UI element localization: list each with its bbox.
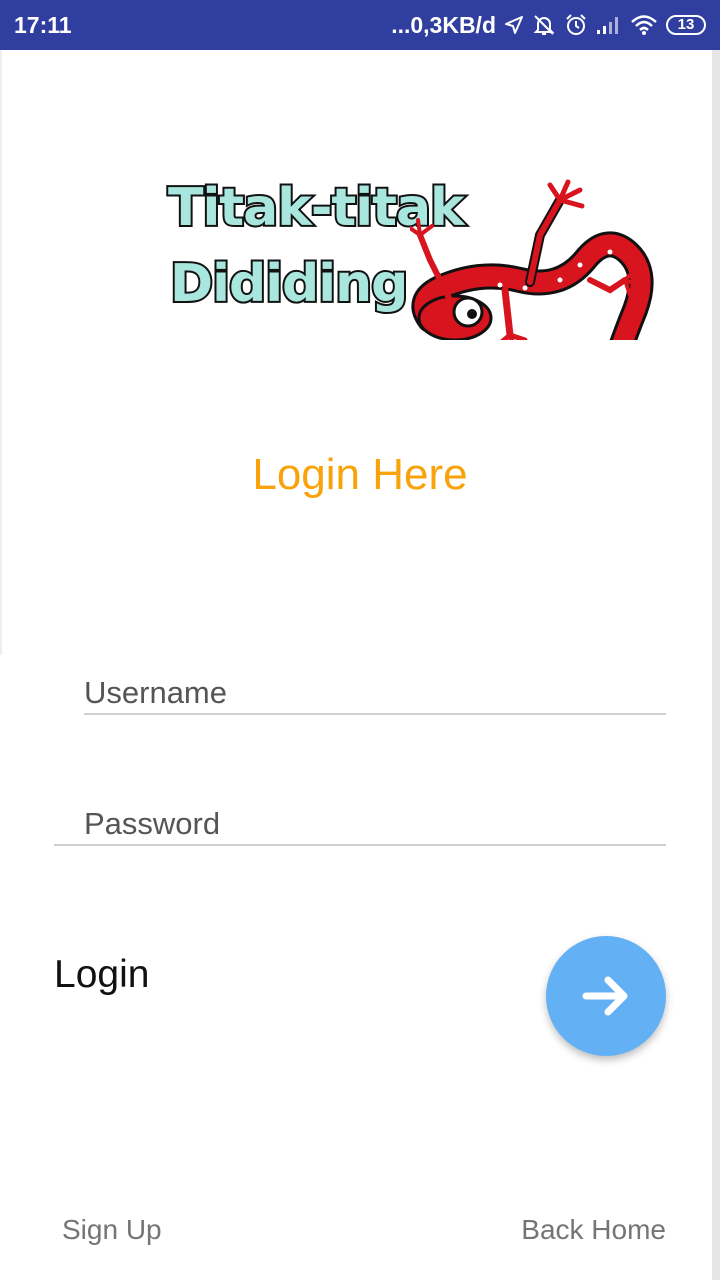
password-input[interactable] xyxy=(54,806,666,842)
app-logo: Titak-titak Dididing xyxy=(160,140,655,340)
network-speed: ...0,3KB/d xyxy=(391,11,496,38)
signal-icon xyxy=(596,15,622,35)
login-submit-button[interactable] xyxy=(546,936,666,1056)
status-time: 17:11 xyxy=(14,11,72,38)
logo-text-line2: Dididing xyxy=(168,252,410,316)
username-field[interactable] xyxy=(84,655,666,715)
login-label: Login xyxy=(54,953,150,996)
muted-bell-icon xyxy=(532,13,556,37)
back-home-link[interactable]: Back Home xyxy=(521,1214,666,1246)
location-icon xyxy=(504,15,524,35)
alarm-icon xyxy=(564,13,588,37)
status-bar: 17:11 ...0,3KB/d 13 xyxy=(0,0,720,50)
status-icons: ...0,3KB/d 13 xyxy=(391,12,706,39)
wifi-icon xyxy=(630,14,658,36)
page-title: Login Here xyxy=(252,450,468,499)
scrollbar-track xyxy=(712,50,720,1280)
arrow-right-icon xyxy=(582,976,628,1016)
lizard-icon xyxy=(410,179,654,340)
username-input[interactable] xyxy=(84,675,666,711)
sign-up-link[interactable]: Sign Up xyxy=(62,1214,162,1246)
password-field[interactable] xyxy=(54,786,666,846)
left-edge-shadow xyxy=(0,50,2,655)
battery-icon: 13 xyxy=(666,15,706,35)
